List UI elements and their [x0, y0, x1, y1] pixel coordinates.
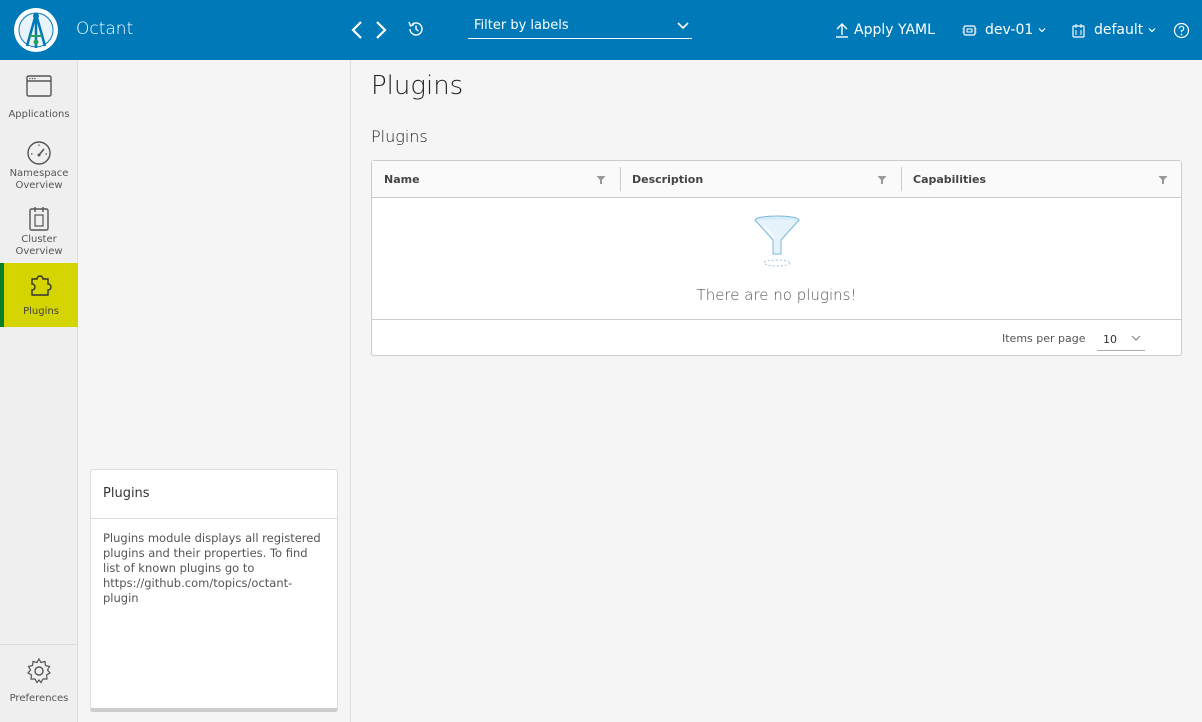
page-title: Plugins — [371, 71, 464, 101]
top-header: Octant Filter by labels Apply YAML dev-0… — [0, 0, 1202, 60]
gear-icon — [27, 657, 51, 684]
empty-funnel-icon — [752, 214, 802, 268]
chevron-down-icon — [1131, 335, 1141, 341]
column-header-name[interactable]: Name — [372, 161, 620, 198]
rail-item-label: Overview — [15, 180, 63, 191]
nav-rail: Applications Namespace Overview Cluster … — [0, 60, 78, 722]
filter-icon[interactable] — [877, 175, 887, 185]
history-icon[interactable] — [406, 19, 426, 39]
column-header-capabilities[interactable]: Capabilities — [901, 161, 1181, 198]
help-card: Plugins Plugins module displays all regi… — [90, 469, 338, 712]
datagrid-footer: Items per page 10 — [372, 319, 1181, 355]
main-content: Plugins Plugins Name Description Capabil… — [351, 60, 1202, 722]
rail-item-label: Overview — [15, 246, 63, 257]
forward-arrow-icon[interactable] — [370, 18, 390, 42]
rail-item-applications[interactable]: Applications — [0, 74, 78, 124]
chevron-down-icon — [1038, 28, 1046, 33]
rail-divider — [0, 644, 78, 645]
chevron-down-icon — [1148, 28, 1156, 33]
namespace-value: default — [1094, 22, 1144, 38]
rail-item-label: Cluster — [21, 234, 57, 245]
octant-logo[interactable] — [14, 8, 58, 52]
datagrid-header: Name Description Capabilities — [372, 161, 1181, 198]
items-per-page-label: Items per page — [1002, 332, 1086, 345]
column-header-description[interactable]: Description — [620, 161, 901, 198]
context-value: dev-01 — [985, 22, 1034, 38]
help-icon[interactable] — [1173, 22, 1190, 39]
filter-icon[interactable] — [1158, 175, 1168, 185]
rail-item-label: Applications — [8, 109, 70, 120]
context-select[interactable]: dev-01 — [962, 19, 1046, 41]
label-filter-select[interactable]: Filter by labels — [468, 15, 692, 39]
application-window-icon — [26, 75, 52, 97]
items-per-page-select[interactable]: 10 — [1097, 329, 1145, 351]
rail-item-namespace-overview[interactable]: Namespace Overview — [0, 140, 78, 196]
back-arrow-icon[interactable] — [348, 18, 368, 42]
rail-item-label: Plugins — [23, 306, 59, 317]
items-per-page-value: 10 — [1103, 333, 1117, 346]
app-title: Octant — [76, 19, 134, 39]
empty-state-message: There are no plugins! — [696, 286, 857, 304]
upload-icon — [836, 23, 848, 38]
rail-item-preferences[interactable]: Preferences — [0, 657, 78, 709]
label-filter-text: Filter by labels — [474, 18, 569, 33]
rail-item-plugins[interactable]: Plugins — [0, 263, 78, 327]
apply-yaml-label: Apply YAML — [854, 22, 935, 38]
chevron-down-icon — [677, 22, 689, 30]
secondary-panel: Plugins Plugins module displays all regi… — [78, 60, 351, 722]
apply-yaml-button[interactable]: Apply YAML — [835, 19, 935, 41]
plugins-datagrid: Name Description Capabilities There are … — [371, 160, 1182, 356]
cluster-context-icon — [962, 24, 977, 36]
filter-icon[interactable] — [596, 175, 606, 185]
namespace-icon — [1072, 23, 1085, 38]
rail-item-label: Preferences — [9, 693, 69, 704]
cluster-icon — [29, 207, 49, 231]
puzzle-piece-icon — [31, 275, 52, 296]
dashboard-gauge-icon — [27, 141, 51, 165]
rail-item-label: Namespace — [9, 168, 69, 179]
namespace-select[interactable]: default — [1071, 19, 1156, 41]
section-title: Plugins — [371, 127, 428, 146]
help-card-body: Plugins module displays all registered p… — [103, 531, 321, 605]
rail-item-cluster-overview[interactable]: Cluster Overview — [0, 206, 78, 262]
help-card-title: Plugins — [91, 470, 337, 519]
